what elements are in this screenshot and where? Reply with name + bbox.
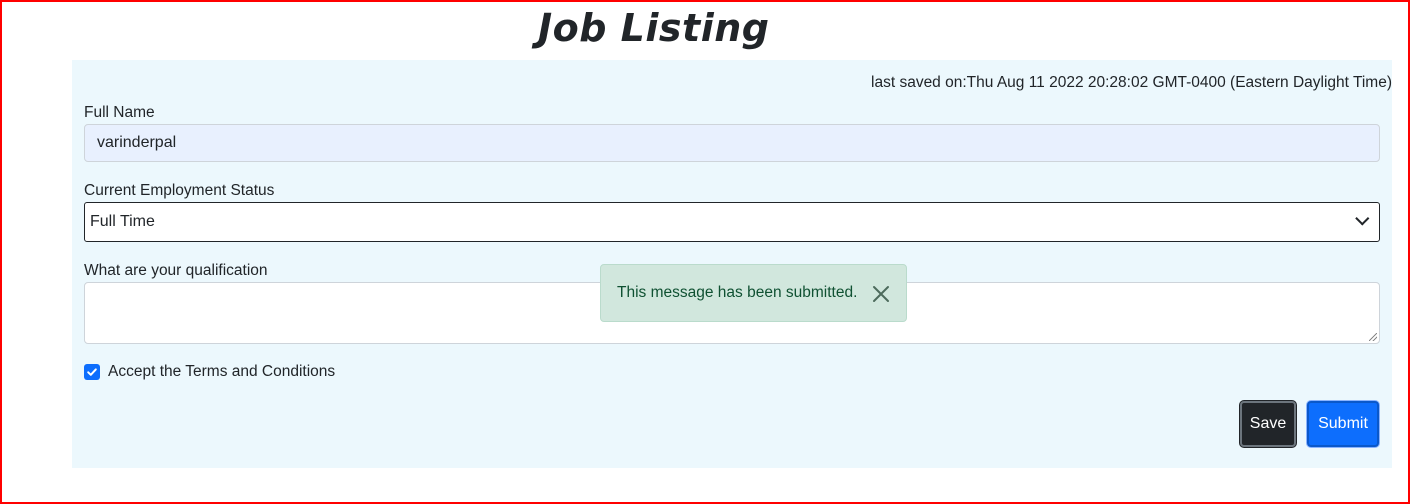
checkmark-icon	[87, 368, 97, 376]
employment-status-value: Full Time	[90, 213, 155, 230]
save-button[interactable]: Save	[1240, 401, 1296, 447]
full-name-label: Full Name	[84, 104, 155, 121]
full-name-input[interactable]	[84, 124, 1380, 162]
terms-row: Accept the Terms and Conditions	[84, 363, 335, 381]
employment-status-label: Current Employment Status	[84, 182, 275, 199]
employment-status-select[interactable]: Full Time	[84, 202, 1380, 242]
toast-message: This message has been submitted.	[617, 284, 858, 301]
terms-checkbox[interactable]	[84, 364, 100, 380]
close-icon[interactable]	[872, 285, 890, 303]
page-title: Job Listing	[538, 6, 770, 50]
chevron-down-icon	[1355, 211, 1370, 226]
last-saved-text: last saved on:Thu Aug 11 2022 20:28:02 G…	[871, 74, 1392, 91]
resize-handle-icon[interactable]	[1369, 333, 1377, 341]
qualification-label: What are your qualification	[84, 262, 268, 279]
submit-button[interactable]: Submit	[1307, 401, 1379, 447]
success-toast: This message has been submitted.	[600, 264, 907, 322]
terms-label: Accept the Terms and Conditions	[108, 363, 336, 380]
